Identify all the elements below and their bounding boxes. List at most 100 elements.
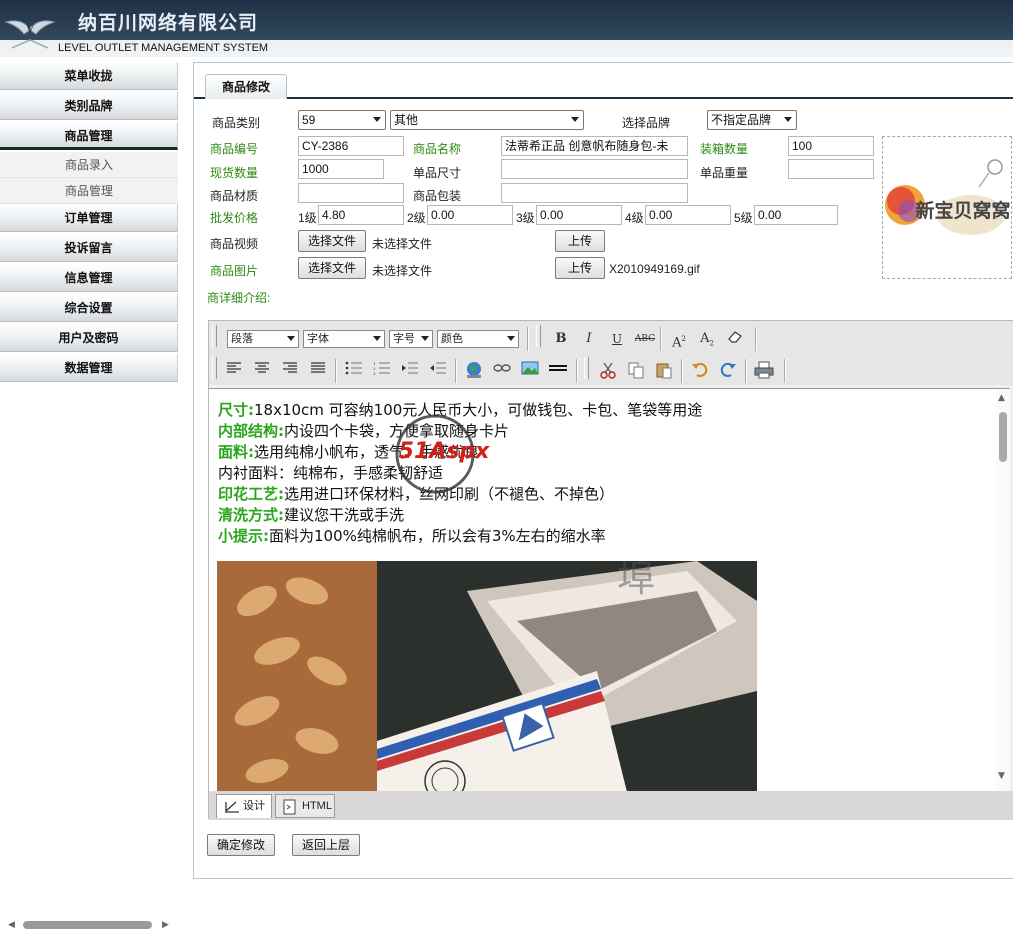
underline-icon[interactable]: U — [606, 329, 628, 349]
scroll-thumb[interactable] — [23, 921, 152, 929]
color-select[interactable]: 颜色 — [437, 330, 519, 348]
vertical-scrollbar[interactable]: ▲ ▼ — [996, 389, 1010, 791]
cut-icon[interactable] — [597, 361, 619, 381]
svg-text:埠: 埠 — [617, 561, 655, 600]
bold-icon[interactable]: B — [550, 329, 572, 349]
pack-qty-input[interactable]: 100 — [788, 136, 874, 156]
scroll-right-icon[interactable]: ▶ — [162, 920, 169, 930]
paragraph-select[interactable]: 段落 — [227, 330, 299, 348]
sidebar-item-data[interactable]: 数据管理 — [0, 354, 178, 382]
category-label: 商品类别 — [212, 116, 261, 130]
outdent-icon[interactable] — [427, 361, 449, 381]
eraser-icon[interactable] — [724, 329, 746, 349]
superscript-icon[interactable]: A2 — [668, 329, 690, 350]
sidebar-item-product-management[interactable]: 商品管理 — [0, 122, 178, 150]
align-center-icon[interactable] — [251, 361, 273, 381]
paste-icon[interactable] — [653, 361, 675, 381]
rich-text-editor: 段落 字体 字号 颜色 B I U ABC A2 A2 1 2 3 尺寸:18x… — [208, 320, 1013, 820]
wholesale-label: 批发价格 — [210, 211, 259, 225]
numbered-list-icon[interactable]: 123 — [371, 361, 393, 381]
sidebar-item-orders[interactable]: 订单管理 — [0, 204, 178, 232]
sidebar-item-user-password[interactable]: 用户及密码 — [0, 324, 178, 352]
link-globe-icon[interactable] — [463, 361, 485, 381]
image-choose-file-button[interactable]: 选择文件 — [298, 257, 366, 279]
sidebar-item-settings[interactable]: 综合设置 — [0, 294, 178, 322]
video-label: 商品视频 — [210, 237, 259, 251]
indent-icon[interactable] — [399, 361, 421, 381]
tier-1-label: 1级 — [298, 211, 317, 225]
align-left-icon[interactable] — [223, 361, 245, 381]
toolbar-grip[interactable] — [536, 325, 541, 347]
editor-toolbar-1: 段落 字体 字号 颜色 B I U ABC A2 A2 — [209, 321, 1013, 353]
copy-icon[interactable] — [625, 361, 647, 381]
tier-4-label: 4级 — [625, 211, 644, 225]
back-button[interactable]: 返回上层 — [292, 834, 360, 856]
strikethrough-icon[interactable]: ABC — [634, 329, 656, 349]
tab-html-mode[interactable]: HTML — [275, 794, 335, 818]
undo-icon[interactable] — [689, 361, 711, 381]
align-justify-icon[interactable] — [307, 361, 329, 381]
confirm-edit-button[interactable]: 确定修改 — [207, 834, 275, 856]
horizontal-rule-icon[interactable] — [547, 361, 569, 381]
align-right-icon[interactable] — [279, 361, 301, 381]
video-no-file-text: 未选择文件 — [372, 237, 433, 251]
subscript-icon[interactable]: A2 — [696, 329, 718, 349]
tier-2-input[interactable]: 0.00 — [427, 205, 513, 225]
stock-input[interactable]: 1000 — [298, 159, 384, 179]
image-label: 商品图片 — [210, 264, 259, 278]
font-select[interactable]: 字体 — [303, 330, 385, 348]
sidebar-item-collapse-menu[interactable]: 菜单收拢 — [0, 62, 178, 90]
toolbar-separator — [576, 359, 578, 383]
toolbar-separator — [745, 359, 747, 383]
size-input[interactable] — [501, 159, 688, 179]
brand-select[interactable]: 不指定品牌 — [707, 110, 797, 130]
sidebar-subitem-product-entry[interactable]: 商品录入 — [0, 152, 178, 178]
italic-icon[interactable]: I — [578, 329, 600, 349]
brand-logo-image: 新宝贝窝窝 — [883, 137, 1011, 278]
name-input[interactable]: 法蒂希正品 创意帆布随身包-未 — [501, 136, 688, 156]
video-choose-file-button[interactable]: 选择文件 — [298, 230, 366, 252]
toolbar-grip[interactable] — [212, 325, 217, 347]
design-mode-icon — [225, 801, 239, 813]
scroll-down-icon[interactable]: ▼ — [998, 771, 1005, 781]
content-line: 清洗方式:建议您干洗或手洗 — [218, 506, 405, 524]
print-icon[interactable] — [753, 361, 775, 381]
unlink-icon[interactable] — [491, 361, 513, 381]
category-name-select[interactable]: 其他 — [390, 110, 584, 130]
size-label: 单品尺寸 — [413, 166, 462, 180]
sidebar-item-category-brand[interactable]: 类别品牌 — [0, 92, 178, 120]
bullet-list-icon[interactable] — [343, 361, 365, 381]
weight-input[interactable] — [788, 159, 874, 179]
toolbar-separator — [335, 359, 337, 383]
tab-bar: 商品修改 — [194, 63, 1013, 99]
sidebar-subitem-product-management[interactable]: 商品管理 — [0, 178, 178, 204]
insert-image-icon[interactable] — [519, 361, 541, 381]
video-upload-button[interactable]: 上传 — [555, 230, 605, 252]
tab-design-mode[interactable]: 设计 — [216, 794, 272, 818]
toolbar-grip[interactable] — [212, 357, 217, 379]
image-upload-button[interactable]: 上传 — [555, 257, 605, 279]
sidebar-item-info[interactable]: 信息管理 — [0, 264, 178, 292]
scroll-left-icon[interactable]: ◀ — [8, 920, 15, 930]
toolbar-grip[interactable] — [584, 357, 589, 379]
packaging-input[interactable] — [501, 183, 688, 203]
tab-edit-product[interactable]: 商品修改 — [205, 74, 287, 99]
brand-logo-preview: 新宝贝窝窝 — [882, 136, 1012, 279]
horizontal-scrollbar[interactable]: ◀ ▶ — [0, 918, 178, 932]
tier-4-input[interactable]: 0.00 — [645, 205, 731, 225]
name-label: 商品名称 — [413, 142, 462, 156]
scroll-up-icon[interactable]: ▲ — [998, 393, 1005, 403]
sidebar-item-complaints[interactable]: 投诉留言 — [0, 234, 178, 262]
redo-icon[interactable] — [717, 361, 739, 381]
code-input[interactable]: CY-2386 — [298, 136, 404, 156]
tier-5-input[interactable]: 0.00 — [754, 205, 838, 225]
html-mode-label: HTML — [302, 800, 332, 812]
editor-content-area[interactable]: 尺寸:18x10cm 可容纳100元人民币大小，可做钱包、卡包、笔袋等用途 内部… — [209, 388, 1010, 791]
content-line: 印花工艺:选用进口环保材料，丝网印刷（不褪色、不掉色） — [218, 485, 615, 503]
tier-3-input[interactable]: 0.00 — [536, 205, 622, 225]
category-id-select[interactable]: 59 — [298, 110, 386, 130]
font-size-select[interactable]: 字号 — [389, 330, 433, 348]
scroll-thumb[interactable] — [999, 412, 1007, 462]
material-input[interactable] — [298, 183, 404, 203]
tier-1-input[interactable]: 4.80 — [318, 205, 404, 225]
